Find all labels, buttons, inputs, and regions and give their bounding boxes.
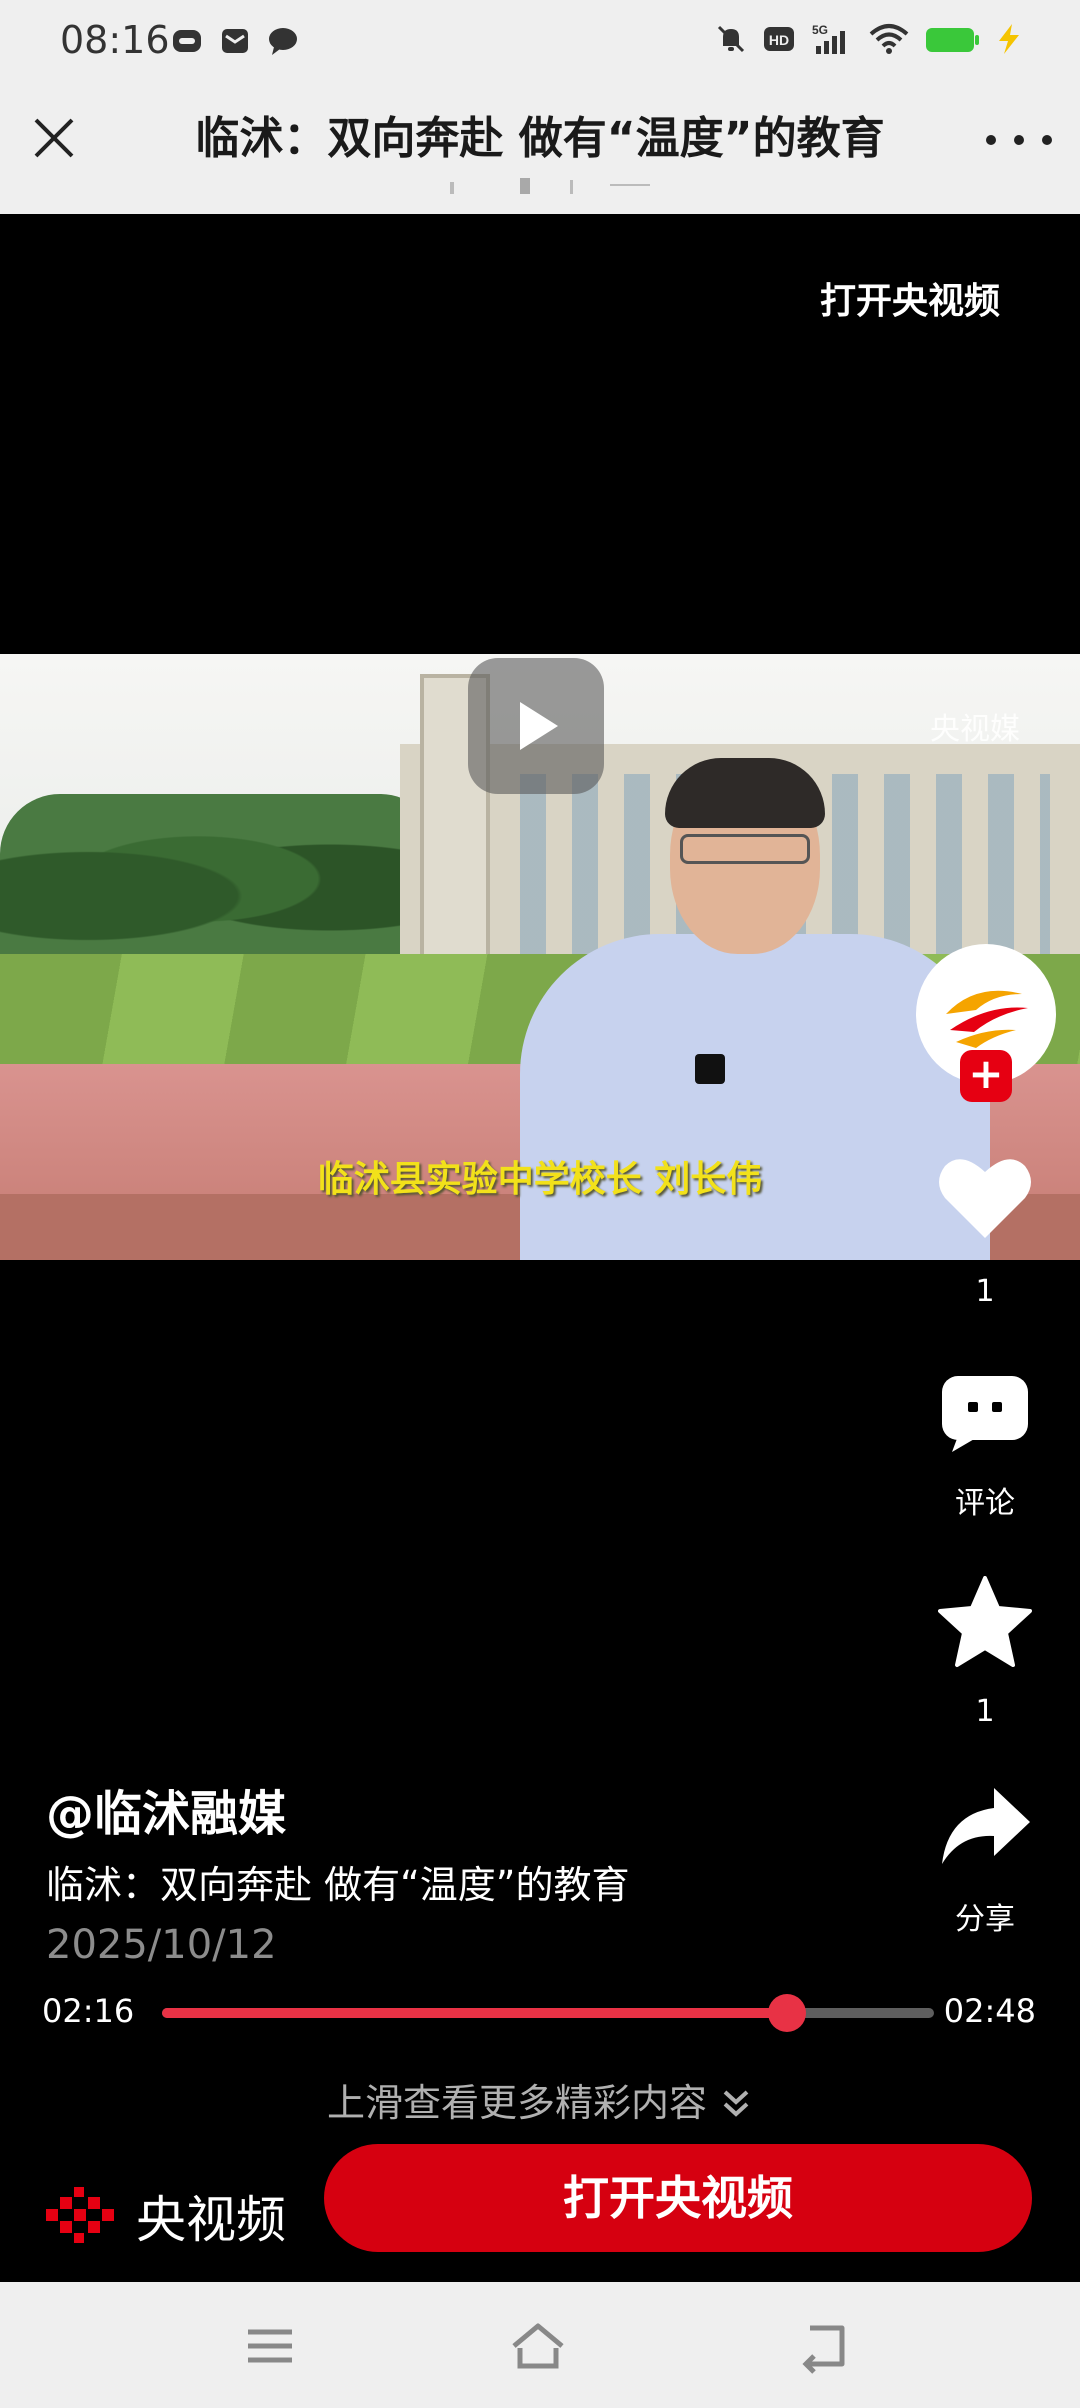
video-description: 临沭：双向奔赴 做有“温度”的教育 (46, 1863, 630, 1907)
star-icon (938, 1576, 1032, 1667)
open-app-button[interactable]: 打开央视频 (324, 2144, 1032, 2252)
author-name[interactable]: @临沭融媒 (46, 1774, 286, 1844)
charging-icon (999, 24, 1019, 54)
brand-name: 央视频 (136, 2191, 286, 2249)
video-subtitle: 临沭县实验中学校长 刘长伟 (317, 1159, 763, 1200)
favorite-button[interactable]: 1 (920, 1576, 1050, 1729)
speaker-hair (665, 758, 825, 828)
page-title: 临沭：双向奔赴 做有“温度”的教育 (195, 113, 885, 164)
double-chevron-down-icon (723, 2090, 749, 2117)
close-icon[interactable] (28, 112, 80, 164)
video-player[interactable]: 打开央视频 央视媒 临沭县实验中学校长 刘长伟 + 1 评论 1 分享 @临沭融… (0, 214, 1080, 2282)
more-options-button[interactable] (986, 128, 1052, 152)
battery-icon (926, 28, 979, 52)
svg-text:5G: 5G (812, 23, 828, 37)
hd-icon: HD (764, 27, 794, 51)
chat-icon (269, 28, 297, 55)
back-icon[interactable] (796, 2318, 856, 2374)
menu-icon[interactable] (240, 2318, 300, 2374)
comment-button[interactable]: 评论 (920, 1374, 1050, 1522)
current-time: 02:16 (42, 1992, 135, 2030)
progress-thumb[interactable] (768, 1994, 807, 2032)
like-count: 1 (975, 1274, 995, 1309)
brand-logo-icon (46, 2187, 114, 2243)
status-time: 08:16 (60, 18, 170, 62)
follow-button[interactable]: + (960, 1050, 1012, 1102)
share-label: 分享 (955, 1902, 1015, 1937)
signal-5g-icon: 5G (812, 23, 845, 54)
svg-text:HD: HD (769, 32, 789, 48)
swipe-hint-text: 上滑查看更多精彩内容 (326, 2081, 707, 2125)
video-watermark: 央视媒 (930, 712, 1020, 747)
status-bar: 08:16 HD 5G (0, 0, 1080, 84)
heart-icon (939, 1159, 1031, 1238)
speaker-mic (695, 1054, 725, 1084)
total-time: 02:48 (943, 1992, 1036, 2030)
title-bar: 临沭：双向奔赴 做有“温度”的教育 (0, 84, 1080, 214)
swipe-hint[interactable]: 上滑查看更多精彩内容 (0, 2072, 1080, 2127)
play-icon (520, 702, 558, 750)
notification-icons (170, 24, 300, 58)
more-dot (1042, 135, 1052, 145)
progress-fill (162, 2008, 788, 2018)
comment-icon (942, 1376, 1028, 1452)
mail-icon (222, 29, 248, 53)
play-button[interactable] (468, 658, 604, 794)
mute-icon (717, 25, 745, 53)
speaker-glasses (680, 834, 810, 864)
comment-label: 评论 (955, 1486, 1015, 1521)
home-icon[interactable] (508, 2318, 568, 2374)
loading-indicator (450, 178, 650, 194)
app-notification-icon (173, 30, 201, 52)
publish-date: 2025/10/12 (46, 1922, 277, 1968)
navigation-bar (0, 2282, 1080, 2408)
progress-bar[interactable] (162, 1994, 934, 2032)
brand: 央视频 (44, 2180, 286, 2252)
more-dot (986, 135, 996, 145)
wifi-icon (869, 24, 909, 54)
more-dot (1014, 135, 1024, 145)
open-app-link[interactable]: 打开央视频 (820, 272, 1000, 324)
share-button[interactable]: 分享 (920, 1784, 1050, 1938)
favorite-count: 1 (975, 1694, 995, 1729)
like-button[interactable]: 1 (920, 1154, 1050, 1309)
video-trees (0, 794, 440, 964)
system-icons: HD 5G (714, 22, 1024, 56)
share-icon (942, 1788, 1030, 1864)
